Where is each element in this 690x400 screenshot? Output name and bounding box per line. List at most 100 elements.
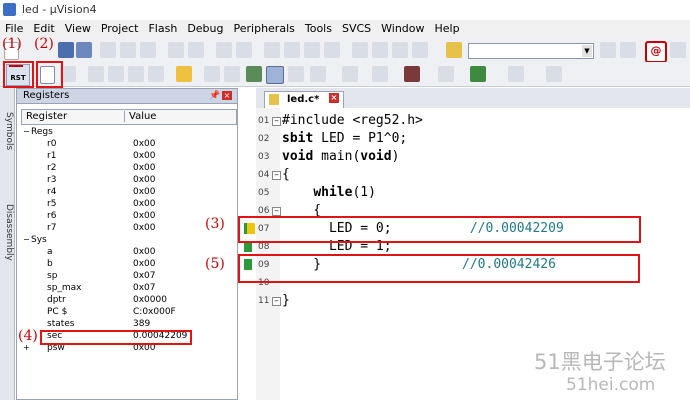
fold-toggle-icon[interactable]: − (272, 117, 281, 126)
show-next-statement-icon[interactable] (176, 66, 192, 82)
incremental-find-icon[interactable] (620, 42, 636, 58)
register-row[interactable]: r2 0x00 (23, 163, 233, 175)
indent-icon[interactable] (352, 42, 368, 58)
register-row[interactable]: r7 0x00 (23, 223, 233, 235)
pin-icon[interactable]: 📌 (209, 91, 220, 101)
redo-icon[interactable] (188, 42, 204, 58)
register-row[interactable]: r5 0x00 (23, 199, 233, 211)
symbols-tab[interactable]: Symbols (0, 112, 14, 150)
menu-debug[interactable]: Debug (182, 20, 228, 37)
code-text[interactable]: { (282, 166, 290, 184)
code-line: 02 sbit LED = P1^0; (256, 130, 690, 148)
bookmark-icon[interactable] (264, 42, 280, 58)
step-into-icon[interactable] (88, 66, 104, 82)
menu-window[interactable]: Window (376, 20, 429, 37)
col-value[interactable]: Value (124, 111, 156, 122)
clear-bookmarks-icon[interactable] (324, 42, 340, 58)
menu-svcs[interactable]: SVCS (337, 20, 376, 37)
line-number: 03 (258, 152, 270, 162)
disassembly-tab[interactable]: Disassembly (0, 204, 14, 261)
register-row[interactable]: sp 0x07 (23, 271, 233, 283)
menu-tools[interactable]: Tools (300, 20, 337, 37)
find-in-files-icon[interactable] (446, 42, 462, 58)
register-row[interactable]: PC $ C:0x000F (23, 307, 233, 319)
nav-back-icon[interactable] (216, 42, 232, 58)
prev-bookmark-icon[interactable] (284, 42, 300, 58)
copy-icon[interactable] (120, 42, 136, 58)
title-bar: led - µVision4 (0, 0, 690, 21)
register-row[interactable]: dptr 0x0000 (23, 295, 233, 307)
step-out-icon[interactable] (128, 66, 144, 82)
find-combo[interactable]: ▼ (468, 43, 594, 59)
disassembly-window-icon[interactable] (224, 66, 240, 82)
register-row[interactable]: Regs − (23, 127, 233, 139)
menu-edit[interactable]: Edit (28, 20, 59, 37)
code-keyword: while (313, 185, 353, 200)
watch-window-icon[interactable] (310, 66, 326, 82)
window-title: led - µVision4 (22, 3, 97, 16)
register-row[interactable]: b 0x00 (23, 259, 233, 271)
register-row[interactable]: r4 0x00 (23, 187, 233, 199)
register-value: 0x00 (133, 247, 156, 257)
serial-window-icon[interactable] (372, 66, 388, 82)
tab-close-icon[interactable]: × (329, 93, 339, 103)
register-row[interactable]: r6 0x00 (23, 211, 233, 223)
registers-window-icon[interactable] (266, 66, 284, 84)
analysis-window-icon[interactable] (404, 66, 420, 82)
fold-toggle-icon[interactable]: − (272, 207, 281, 216)
chevron-down-icon[interactable]: ▼ (582, 45, 592, 57)
save-icon[interactable] (58, 42, 74, 58)
next-bookmark-icon[interactable] (304, 42, 320, 58)
menu-project[interactable]: Project (96, 20, 144, 37)
fold-toggle-icon[interactable]: − (272, 297, 281, 306)
register-row[interactable]: sp_max 0x07 (23, 283, 233, 295)
menu-peripherals[interactable]: Peripherals (229, 20, 300, 37)
fold-toggle-icon[interactable]: − (272, 171, 281, 180)
debug-toolbar: RST (0, 62, 690, 87)
save-all-icon[interactable] (76, 42, 92, 58)
close-icon[interactable]: × (222, 91, 232, 100)
memory-window-icon[interactable] (342, 66, 358, 82)
register-row[interactable]: a 0x00 (23, 247, 233, 259)
register-name: sp_max (47, 283, 82, 293)
find-icon[interactable] (600, 42, 616, 58)
collapse-icon[interactable]: − (23, 235, 30, 244)
unindent-icon[interactable] (372, 42, 388, 58)
register-value: 0x07 (133, 271, 156, 281)
symbols-window-icon[interactable] (246, 66, 262, 82)
register-row[interactable]: Sys − (23, 235, 233, 247)
tab-led-c[interactable]: led.c* × (264, 91, 344, 109)
menu-help[interactable]: Help (430, 20, 465, 37)
code-text[interactable]: #include <reg52.h> (282, 112, 423, 130)
run-to-cursor-icon[interactable] (148, 66, 164, 82)
register-row[interactable]: r0 0x00 (23, 139, 233, 151)
trace-window-icon[interactable] (438, 66, 454, 82)
code-text[interactable]: void main(void) (282, 148, 399, 166)
paste-icon[interactable] (140, 42, 156, 58)
step-over-icon[interactable] (108, 66, 124, 82)
register-row[interactable]: r3 0x00 (23, 175, 233, 187)
cut-icon[interactable] (100, 42, 116, 58)
register-row[interactable]: r1 0x00 (23, 151, 233, 163)
col-register[interactable]: Register (26, 111, 67, 122)
code-text[interactable]: } (282, 292, 290, 310)
menu-flash[interactable]: Flash (143, 20, 182, 37)
code-text[interactable]: sbit LED = P1^0; (282, 130, 407, 148)
start-stop-debug-icon[interactable]: @ (645, 41, 667, 63)
settings-icon[interactable] (670, 42, 686, 58)
nav-forward-icon[interactable] (236, 42, 252, 58)
system-viewer-icon[interactable] (470, 66, 486, 82)
annotation-label-2: (2) (34, 36, 54, 52)
comment-icon[interactable] (392, 42, 408, 58)
expand-icon[interactable]: + (23, 343, 30, 352)
command-window-icon[interactable] (204, 66, 220, 82)
menu-view[interactable]: View (60, 20, 96, 37)
call-stack-icon[interactable] (288, 66, 304, 82)
code-text[interactable]: while(1) (282, 184, 376, 202)
uncomment-icon[interactable] (412, 42, 428, 58)
menu-file[interactable]: File (0, 20, 28, 37)
toolbox-icon[interactable] (508, 66, 524, 82)
view-options-icon[interactable] (546, 66, 562, 82)
undo-icon[interactable] (168, 42, 184, 58)
collapse-icon[interactable]: − (23, 127, 30, 136)
